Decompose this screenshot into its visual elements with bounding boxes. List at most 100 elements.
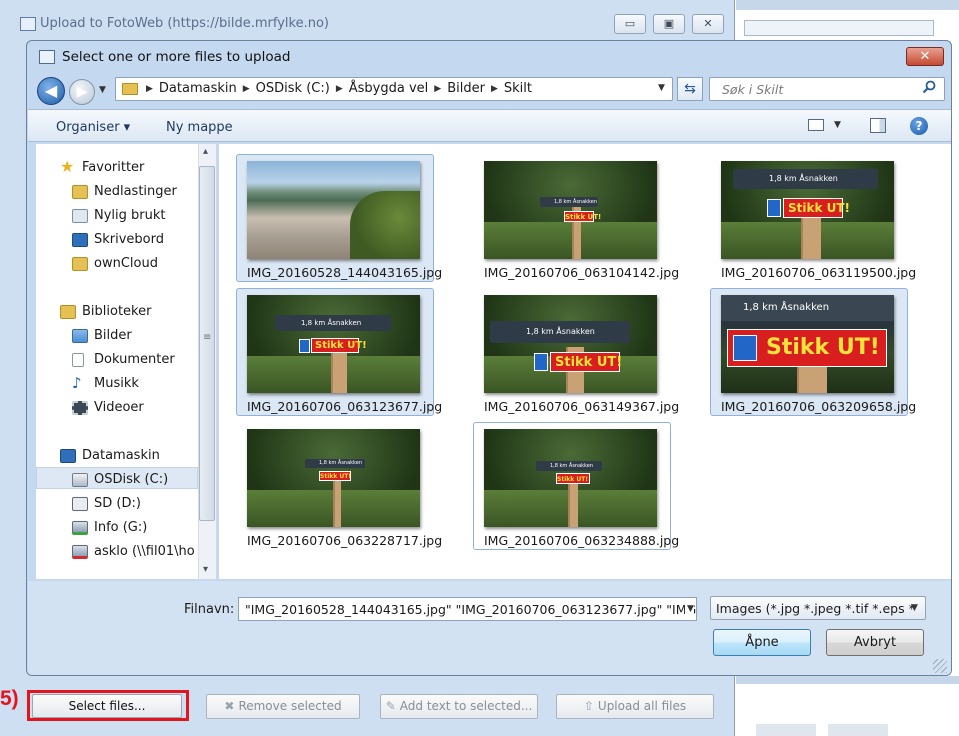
breadcrumb-osdisk[interactable]: OSDisk (C:)	[256, 81, 330, 96]
file-tile[interactable]: 1,8 km Åsnakken Stikk UT! IMG_20160706_0…	[473, 154, 679, 282]
sign-arrow: 1,8 km Åsnakken	[275, 315, 391, 331]
file-name: IMG_20160706_063209658.jpg	[721, 399, 917, 414]
nav-item-downloads[interactable]: Nedlastinger	[72, 184, 177, 199]
refresh-button[interactable]: ⇆	[677, 77, 703, 101]
address-dropdown[interactable]: ▼	[658, 83, 665, 93]
search-icon[interactable]	[922, 80, 936, 98]
nav-libraries[interactable]: Biblioteker	[60, 304, 151, 319]
back-button[interactable]: ◀	[37, 77, 65, 105]
remove-selected-button[interactable]: ✖ Remove selected	[206, 694, 360, 719]
breadcrumb-separator[interactable]: ▶	[491, 84, 498, 94]
nav-header-label: Datamaskin	[82, 448, 160, 463]
stikk-ut-sign: Stikk UT!	[550, 352, 622, 372]
search-placeholder: Søk i Skilt	[722, 82, 784, 97]
hiker-icon	[534, 353, 548, 371]
file-name: IMG_20160706_063228717.jpg	[247, 533, 443, 548]
breadcrumb-separator[interactable]: ▶	[336, 84, 343, 94]
dialog-footer: Filnavn: "IMG_20160528_144043165.jpg" "I…	[28, 581, 951, 675]
scroll-down-icon[interactable]: ▾	[203, 564, 208, 575]
recent-locations-dropdown[interactable]: ▼	[99, 85, 106, 95]
maximize-button[interactable]: ▣	[653, 14, 685, 34]
sign-arrow: 1,8 km Åsnakken	[721, 295, 894, 321]
nav-item-osdisk[interactable]: OSDisk (C:)	[72, 472, 168, 487]
breadcrumb-asbygda-vel[interactable]: Åsbygda vel	[349, 81, 429, 96]
image-thumbnail: 1,8 km Åsnakken Stikk UT!	[721, 295, 894, 393]
sd-card-icon	[72, 497, 88, 511]
file-tile[interactable]: 1,8 km Åsnakken Stikk UT! IMG_20160706_0…	[473, 288, 679, 416]
image-thumbnail: 1,8 km Åsnakken Stikk UT!	[247, 295, 420, 393]
file-dialog: Select one or more files to upload ✕ ◀ ▶…	[26, 40, 952, 676]
nav-item-info[interactable]: Info (G:)	[72, 520, 148, 535]
nav-item-sd[interactable]: SD (D:)	[72, 496, 141, 511]
videos-library-icon	[72, 401, 88, 415]
breadcrumb-bilder[interactable]: Bilder	[447, 81, 485, 96]
file-name: IMG_20160706_063119500.jpg	[721, 265, 917, 280]
search-input[interactable]: Søk i Skilt	[709, 77, 945, 101]
dialog-close-button[interactable]: ✕	[906, 47, 944, 66]
nav-item-pictures[interactable]: Bilder	[72, 328, 132, 343]
sign-arrow: 1,8 km Åsnakken	[536, 461, 602, 471]
file-name: IMG_20160706_063123677.jpg	[247, 399, 443, 414]
file-tile[interactable]: 1,8 km Åsnakken Stikk UT! IMG_20160706_0…	[710, 154, 916, 282]
file-tile[interactable]: 1,8 km Åsnakken Stikk UT! IMG_20160706_0…	[236, 288, 442, 416]
organise-menu[interactable]: Organiser ▾	[56, 120, 130, 135]
nav-item-label: Info (G:)	[94, 520, 148, 535]
help-icon[interactable]: ?	[910, 117, 928, 135]
nav-item-documents[interactable]: Dokumenter	[72, 352, 175, 367]
file-tile[interactable]: IMG_20160528_144043165.jpg	[236, 154, 442, 282]
breadcrumb-skilt[interactable]: Skilt	[504, 81, 532, 96]
nav-item-label: ownCloud	[94, 256, 158, 271]
file-list: IMG_20160528_144043165.jpg 1,8 km Åsnakk…	[218, 144, 951, 579]
resize-grip[interactable]	[933, 659, 947, 673]
remove-icon: ✖	[224, 699, 235, 713]
add-text-button[interactable]: ✎ Add text to selected...	[380, 694, 538, 719]
nav-item-label: Musikk	[94, 376, 139, 391]
breadcrumb-datamaskin[interactable]: Datamaskin	[159, 81, 237, 96]
file-tile[interactable]: 1,8 km Åsnakken Stikk UT! IMG_20160706_0…	[236, 422, 442, 550]
new-folder-button[interactable]: Ny mappe	[166, 120, 233, 135]
cancel-button[interactable]: Avbryt	[826, 629, 924, 656]
image-thumbnail	[247, 161, 420, 259]
thumbnail-grass	[350, 191, 420, 259]
nav-item-owncloud[interactable]: ownCloud	[72, 256, 158, 271]
nav-item-desktop[interactable]: Skrivebord	[72, 232, 164, 247]
hiker-icon	[733, 335, 757, 361]
nav-item-asklo[interactable]: asklo (\\fil01\ho	[72, 544, 195, 559]
libraries-icon	[60, 305, 76, 319]
open-button[interactable]: Åpne	[713, 629, 811, 656]
background-block	[828, 724, 888, 736]
file-tile[interactable]: 1,8 km Åsnakken Stikk UT! IMG_20160706_0…	[473, 422, 679, 550]
nav-item-videos[interactable]: Videoer	[72, 400, 144, 415]
background-bar	[736, 676, 959, 684]
nav-favorites[interactable]: ★ Favoritter	[60, 157, 144, 176]
upload-all-label: Upload all files	[597, 699, 687, 713]
breadcrumb: ▶ Datamaskin ▶ OSDisk (C:) ▶ Åsbygda vel…	[146, 81, 532, 96]
upload-all-button[interactable]: ⇧ Upload all files	[556, 694, 714, 719]
filename-input[interactable]: "IMG_20160528_144043165.jpg" "IMG_201607…	[238, 597, 697, 621]
nav-computer[interactable]: Datamaskin	[60, 448, 160, 463]
computer-icon	[60, 449, 76, 463]
preview-pane-icon[interactable]	[870, 118, 886, 133]
file-tile[interactable]: 1,8 km Åsnakken Stikk UT! IMG_20160706_0…	[710, 288, 916, 416]
chevron-down-icon[interactable]: ▼	[911, 603, 918, 613]
minimize-button[interactable]: ▭	[614, 14, 646, 34]
scroll-up-icon[interactable]: ▴	[203, 146, 208, 157]
nav-item-label: SD (D:)	[94, 496, 141, 511]
breadcrumb-separator[interactable]: ▶	[434, 84, 441, 94]
close-button[interactable]: ✕	[692, 14, 724, 34]
address-bar[interactable]: ▶ Datamaskin ▶ OSDisk (C:) ▶ Åsbygda vel…	[115, 77, 673, 101]
breadcrumb-separator[interactable]: ▶	[146, 84, 153, 94]
filetype-select[interactable]: Images (*.jpg *.jpeg *.tif *.eps * ▼	[710, 596, 926, 620]
sign-arrow: 1,8 km Åsnakken	[540, 197, 598, 207]
view-options-dropdown[interactable]: ▼	[834, 120, 841, 130]
step-label: 5)	[0, 687, 19, 710]
nav-item-recent[interactable]: Nylig brukt	[72, 208, 166, 223]
forward-button[interactable]: ▶	[69, 79, 95, 105]
stikk-ut-sign: Stikk UT!	[556, 473, 590, 484]
change-view-icon[interactable]	[808, 119, 824, 131]
breadcrumb-separator[interactable]: ▶	[243, 84, 250, 94]
nav-item-music[interactable]: ♪ Musikk	[72, 374, 139, 392]
recent-places-icon	[72, 209, 88, 223]
filename-dropdown[interactable]: ▼	[685, 604, 694, 614]
nav-scroll-thumb[interactable]: ≡	[199, 166, 215, 521]
